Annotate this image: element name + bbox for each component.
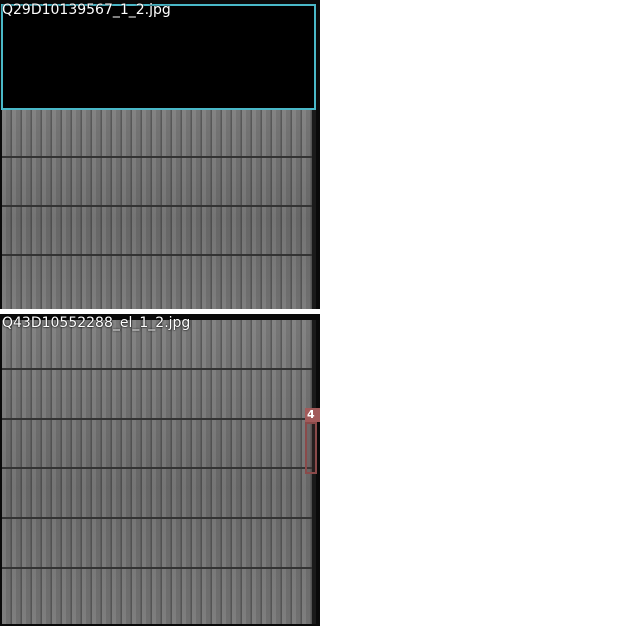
filename-label: Q29D10139567_1_2.jpg	[2, 2, 171, 18]
cell-row	[2, 519, 316, 569]
solar-panel-image	[2, 108, 316, 309]
defect-class-tag: 4	[305, 408, 320, 422]
defect-bounding-box[interactable]	[305, 422, 317, 474]
selection-box[interactable]	[1, 4, 316, 110]
cell-row	[2, 420, 316, 469]
panel-frame-edge	[312, 108, 316, 309]
image-panel-2[interactable]: 4 Q43D10552288_el_1_2.jpg	[0, 314, 320, 626]
empty-canvas-area	[320, 0, 640, 626]
cell-row	[2, 207, 316, 256]
solar-panel-image	[2, 320, 316, 624]
cell-row	[2, 469, 316, 519]
image-panel-1[interactable]: Q29D10139567_1_2.jpg	[0, 0, 320, 309]
cell-row	[2, 108, 316, 158]
filename-label: Q43D10552288_el_1_2.jpg	[2, 315, 191, 331]
cell-row	[2, 370, 316, 420]
cell-row	[2, 158, 316, 207]
